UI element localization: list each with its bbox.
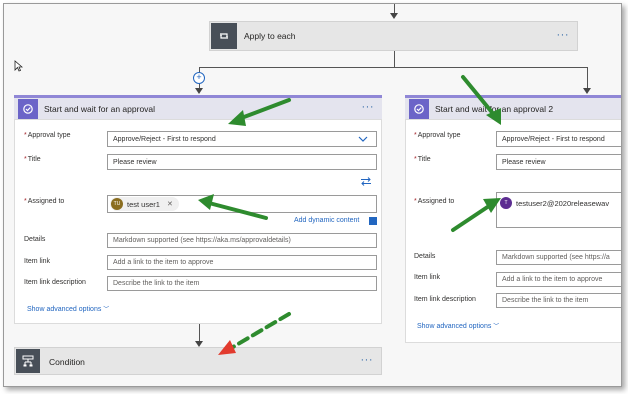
green-arrow-right-approval [461,75,501,125]
annotation-arrows [198,75,501,355]
red-dashed-arrow-condition [218,312,291,355]
green-arrow-assigned-to [198,194,268,220]
green-arrow-right-assigned [451,198,501,232]
green-arrow-approval-type [228,98,291,126]
flow-designer-canvas: Apply to each ··· + Start and wait for a… [3,3,622,387]
